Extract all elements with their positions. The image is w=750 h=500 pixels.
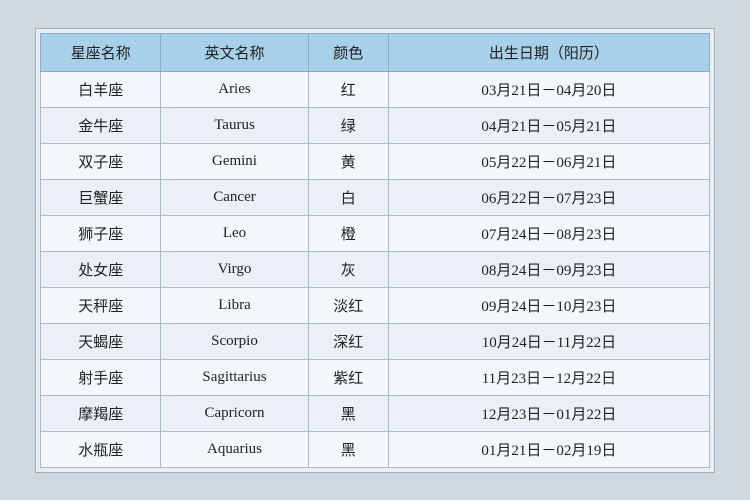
- cell-date: 03月21日－04月20日: [388, 71, 709, 107]
- cell-color: 黑: [308, 395, 388, 431]
- cell-en: Leo: [161, 215, 308, 251]
- cell-en: Aries: [161, 71, 308, 107]
- cell-date: 08月24日－09月23日: [388, 251, 709, 287]
- cell-en: Aquarius: [161, 431, 308, 467]
- cell-en: Virgo: [161, 251, 308, 287]
- header-zh: 星座名称: [41, 33, 161, 71]
- table-row: 白羊座Aries红03月21日－04月20日: [41, 71, 710, 107]
- table-row: 双子座Gemini黄05月22日－06月21日: [41, 143, 710, 179]
- cell-en: Capricorn: [161, 395, 308, 431]
- table-row: 处女座Virgo灰08月24日－09月23日: [41, 251, 710, 287]
- header-en: 英文名称: [161, 33, 308, 71]
- zodiac-table-container: 星座名称 英文名称 颜色 出生日期（阳历） 白羊座Aries红03月21日－04…: [35, 28, 715, 473]
- cell-zh: 狮子座: [41, 215, 161, 251]
- cell-zh: 白羊座: [41, 71, 161, 107]
- cell-zh: 天蝎座: [41, 323, 161, 359]
- cell-date: 04月21日－05月21日: [388, 107, 709, 143]
- cell-color: 红: [308, 71, 388, 107]
- cell-zh: 双子座: [41, 143, 161, 179]
- cell-color: 深红: [308, 323, 388, 359]
- cell-color: 淡红: [308, 287, 388, 323]
- cell-zh: 金牛座: [41, 107, 161, 143]
- cell-color: 灰: [308, 251, 388, 287]
- cell-color: 绿: [308, 107, 388, 143]
- cell-date: 05月22日－06月21日: [388, 143, 709, 179]
- cell-zh: 处女座: [41, 251, 161, 287]
- cell-date: 10月24日－11月22日: [388, 323, 709, 359]
- cell-zh: 射手座: [41, 359, 161, 395]
- cell-color: 紫红: [308, 359, 388, 395]
- cell-date: 01月21日－02月19日: [388, 431, 709, 467]
- cell-en: Libra: [161, 287, 308, 323]
- header-date: 出生日期（阳历）: [388, 33, 709, 71]
- cell-date: 07月24日－08月23日: [388, 215, 709, 251]
- table-row: 射手座Sagittarius紫红11月23日－12月22日: [41, 359, 710, 395]
- cell-en: Gemini: [161, 143, 308, 179]
- cell-en: Taurus: [161, 107, 308, 143]
- cell-en: Sagittarius: [161, 359, 308, 395]
- cell-zh: 摩羯座: [41, 395, 161, 431]
- cell-zh: 天秤座: [41, 287, 161, 323]
- table-row: 天秤座Libra淡红09月24日－10月23日: [41, 287, 710, 323]
- cell-zh: 巨蟹座: [41, 179, 161, 215]
- zodiac-table: 星座名称 英文名称 颜色 出生日期（阳历） 白羊座Aries红03月21日－04…: [40, 33, 710, 468]
- cell-date: 12月23日－01月22日: [388, 395, 709, 431]
- cell-date: 06月22日－07月23日: [388, 179, 709, 215]
- table-row: 摩羯座Capricorn黑12月23日－01月22日: [41, 395, 710, 431]
- cell-color: 黄: [308, 143, 388, 179]
- cell-en: Scorpio: [161, 323, 308, 359]
- header-color: 颜色: [308, 33, 388, 71]
- cell-date: 11月23日－12月22日: [388, 359, 709, 395]
- table-header-row: 星座名称 英文名称 颜色 出生日期（阳历）: [41, 33, 710, 71]
- cell-color: 黑: [308, 431, 388, 467]
- cell-date: 09月24日－10月23日: [388, 287, 709, 323]
- table-row: 水瓶座Aquarius黑01月21日－02月19日: [41, 431, 710, 467]
- cell-color: 橙: [308, 215, 388, 251]
- table-row: 金牛座Taurus绿04月21日－05月21日: [41, 107, 710, 143]
- cell-zh: 水瓶座: [41, 431, 161, 467]
- table-row: 狮子座Leo橙07月24日－08月23日: [41, 215, 710, 251]
- cell-color: 白: [308, 179, 388, 215]
- cell-en: Cancer: [161, 179, 308, 215]
- table-row: 天蝎座Scorpio深红10月24日－11月22日: [41, 323, 710, 359]
- table-row: 巨蟹座Cancer白06月22日－07月23日: [41, 179, 710, 215]
